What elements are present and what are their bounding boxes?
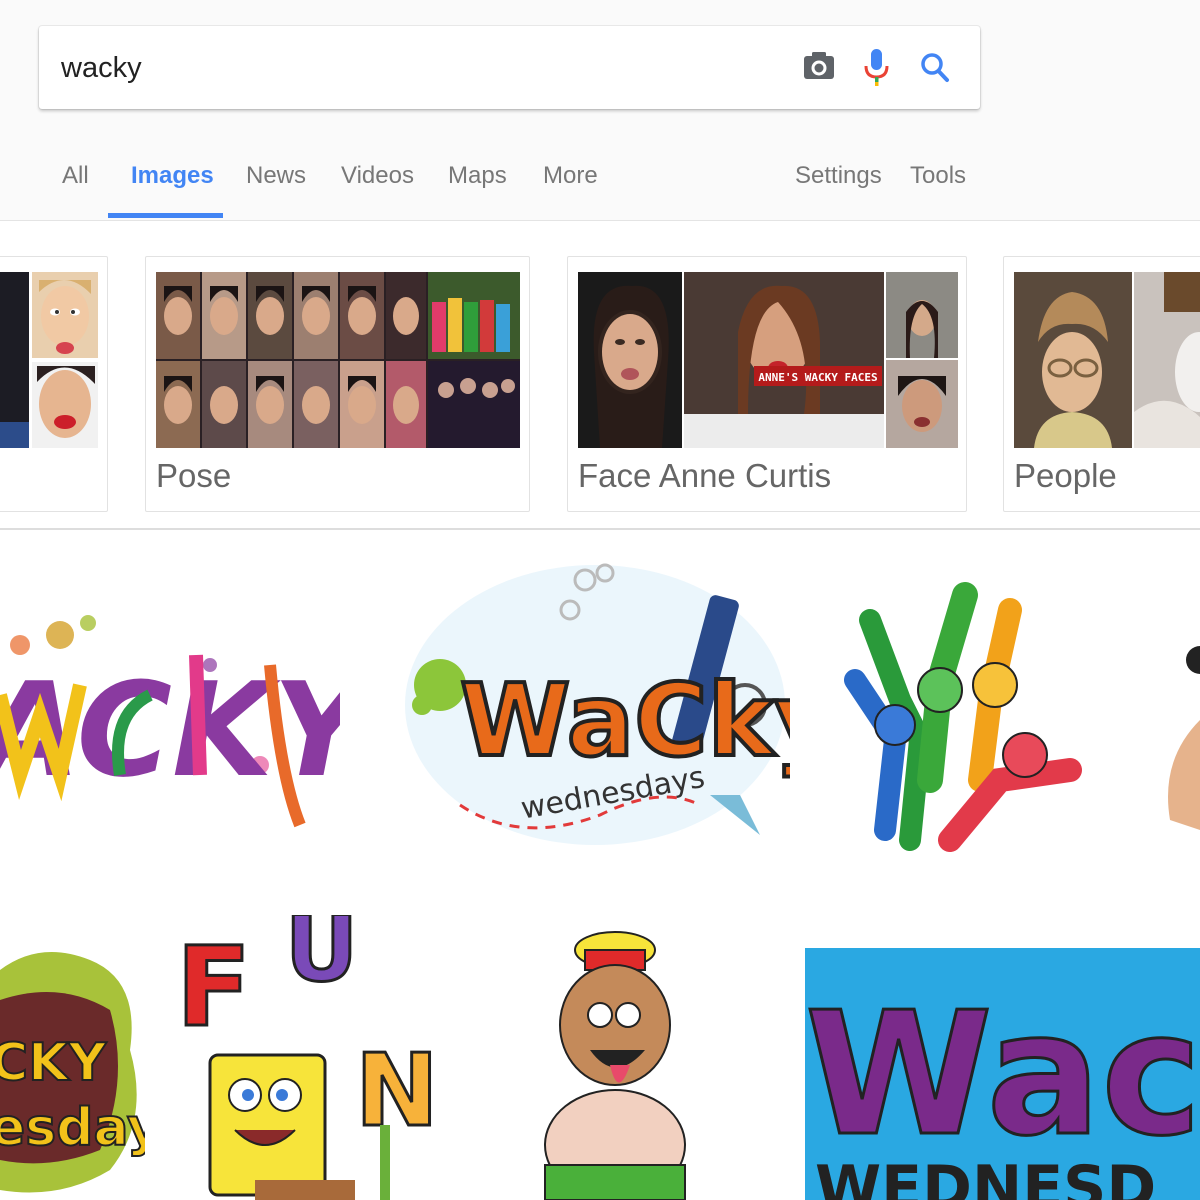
tab-more-label: More <box>543 162 598 189</box>
search-input[interactable] <box>61 48 761 88</box>
settings-link[interactable]: Settings <box>795 160 882 220</box>
image-result[interactable] <box>840 580 1090 855</box>
tools-link[interactable]: Tools <box>910 160 966 220</box>
microphone-icon[interactable] <box>855 44 899 90</box>
tab-maps-label: Maps <box>448 162 507 189</box>
tab-maps[interactable]: Maps <box>448 160 507 220</box>
fun-letter-n: N <box>355 1032 439 1149</box>
image-result[interactable] <box>1140 590 1200 850</box>
related-card-people[interactable]: People <box>1003 256 1200 512</box>
search-box <box>39 26 980 109</box>
tab-images[interactable]: Images <box>131 160 214 220</box>
tools-label: Tools <box>910 162 967 189</box>
settings-label: Settings <box>795 162 882 189</box>
image-result[interactable]: Wack WEDNESD <box>805 948 1200 1200</box>
active-tab-indicator <box>108 213 223 218</box>
tab-news-label: News <box>246 162 307 189</box>
results-divider <box>0 528 1200 530</box>
tab-news[interactable]: News <box>246 160 306 220</box>
related-card-thumbnails <box>0 272 98 448</box>
image-result[interactable]: ACKY <box>0 575 340 845</box>
related-card-thumbnails <box>156 272 520 448</box>
related-card-pose[interactable]: Pose <box>145 256 530 512</box>
tab-videos[interactable]: Videos <box>341 160 414 220</box>
tab-all[interactable]: All <box>62 160 89 220</box>
wednesday-text: WEDNESD <box>815 1153 1156 1200</box>
related-card-label: People <box>1014 457 1117 494</box>
related-card-thumbnails <box>1014 272 1200 448</box>
related-card-face-anne-curtis[interactable]: ANNE'S WACKY FACES Face Anne Curtis <box>567 256 967 512</box>
related-card-label: Face Anne Curtis <box>578 457 832 494</box>
wacky-logo-text: WaCky <box>460 662 790 779</box>
search-header: All Images News Videos Maps More Setting… <box>0 0 1200 221</box>
image-result[interactable]: CKY esday <box>0 930 145 1200</box>
fun-letter-f: F <box>176 923 251 1051</box>
overlay-text: ANNE'S WACKY FACES <box>758 371 877 384</box>
search-icon[interactable] <box>914 44 958 90</box>
image-result[interactable]: F U N <box>170 915 450 1200</box>
image-result[interactable]: WaCky wednesdays <box>400 555 790 855</box>
tab-all-label: All <box>62 162 89 189</box>
related-card-thumbnails: ANNE'S WACKY FACES <box>578 272 958 448</box>
wacky-logo-text: CKY <box>0 1033 107 1093</box>
tab-videos-label: Videos <box>341 162 414 189</box>
tab-images-label: Images <box>131 162 214 189</box>
image-result[interactable] <box>530 915 710 1200</box>
wacky-logo-text: Wack <box>805 976 1200 1174</box>
related-card-partial[interactable] <box>0 256 108 512</box>
related-card-label: Pose <box>156 457 232 494</box>
camera-icon[interactable] <box>797 44 841 90</box>
fun-letter-u: U <box>285 915 358 1002</box>
wednesday-text: esday <box>0 1098 145 1158</box>
tab-more[interactable]: More <box>543 160 598 220</box>
